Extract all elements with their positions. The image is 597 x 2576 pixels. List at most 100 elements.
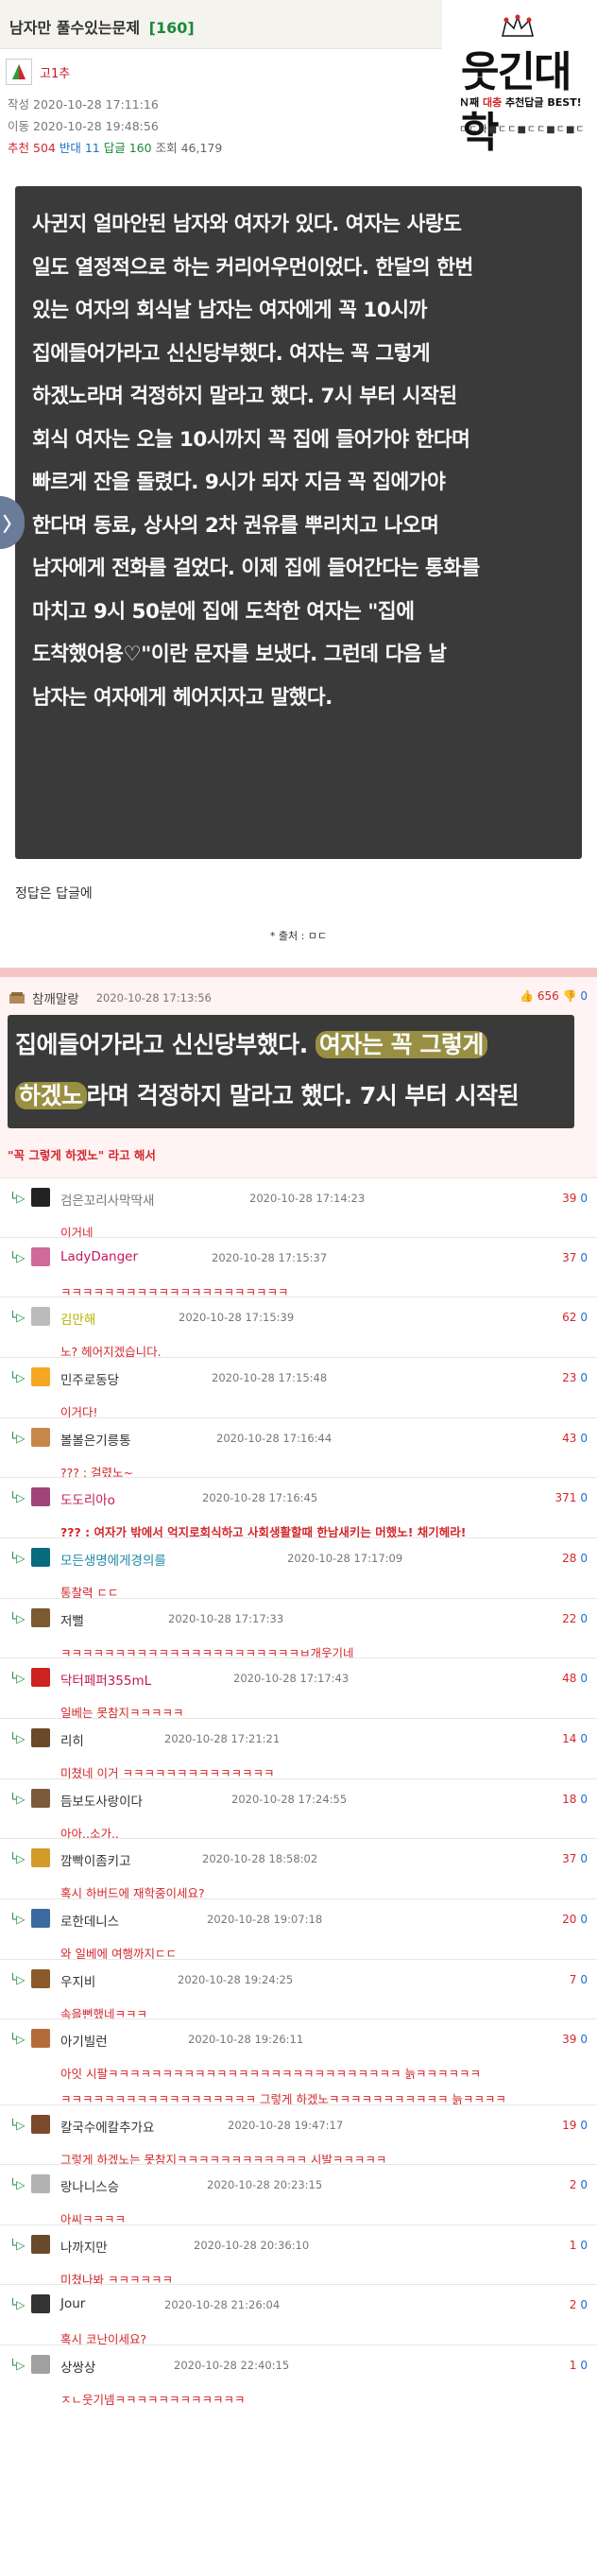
comment-item: └▷ 나까지만 2020-10-28 20:36:10 1 0 미쳤나봐 ㅋㅋㅋㅋㅋㅋ — [0, 2224, 597, 2287]
comment-up-count[interactable]: 39 — [562, 2033, 576, 2046]
comment-count[interactable]: [160] — [149, 19, 195, 37]
comment-up-count[interactable]: 7 — [570, 1973, 577, 1986]
comment-votes: 70 — [570, 1973, 588, 1986]
author-name[interactable]: 고1추 — [40, 63, 70, 81]
comment-down-count[interactable]: 0 — [580, 2119, 588, 2132]
crop-line-2-text: 라며 걱정하지 말라고 했다. 7시 부터 시작된 — [86, 1082, 520, 1109]
comment-down-count[interactable]: 0 — [580, 1973, 588, 1986]
comment-up-count[interactable]: 18 — [562, 1793, 576, 1806]
comment-author[interactable]: 모든생명에게경의를 — [60, 1550, 166, 1569]
comment-down-count[interactable]: 0 — [580, 2239, 588, 2252]
comment-time: 2020-10-28 20:23:15 — [207, 2178, 323, 2191]
comment-votes: 43 0 — [562, 1432, 588, 1445]
moved-label: 이동 — [8, 119, 30, 133]
comment-down-count[interactable]: 0 — [580, 1552, 588, 1565]
avatar — [31, 2235, 50, 2254]
comment-down-count[interactable]: 0 — [580, 1672, 588, 1685]
comment-author[interactable]: 나까지만 — [60, 2237, 108, 2256]
comment-author[interactable]: 저뻘 — [60, 1610, 84, 1629]
reply-marker-icon: └▷ — [9, 1552, 26, 1565]
thumbs-down-icon[interactable]: 👎 — [563, 989, 577, 1003]
comment-author[interactable]: 상쌍상 — [60, 2357, 95, 2376]
comment-author[interactable]: LadyDanger — [60, 1249, 138, 1264]
comment-up-count[interactable]: 2 — [570, 2178, 577, 2191]
comment-up-count[interactable]: 23 — [562, 1371, 576, 1384]
comment-down-count[interactable]: 0 — [580, 1732, 588, 1745]
comment-down-count[interactable]: 0 — [580, 2359, 588, 2372]
comment-down-count[interactable]: 0 — [580, 1793, 588, 1806]
comment-down-count[interactable]: 0 — [580, 1432, 588, 1445]
comment-up-count[interactable]: 14 — [562, 1732, 576, 1745]
post-header: 남자만 풀수있는문제 [160] 웃긴대학 Ｎ째 대충 추천답글 BEST! ㄷ… — [0, 0, 597, 165]
comment-down-count[interactable]: 0 — [580, 2298, 588, 2311]
comment-down-count[interactable]: 0 — [580, 1612, 588, 1625]
comment-up-count[interactable]: 62 — [562, 1311, 576, 1324]
site-logo[interactable]: 웃긴대학 Ｎ째 대충 추천답글 BEST! ㄷㄷ퐈■ㄷㄷ■ㄷㄷ■ㄷ■ㄷ — [442, 0, 597, 165]
comment-time: 2020-10-28 17:24:55 — [231, 1793, 348, 1806]
comment-up-count[interactable]: 39 — [562, 1192, 576, 1205]
post-image[interactable]: 사귄지 얼마안된 남자와 여자가 있다. 여자는 사랑도 일도 열정적으로 하는… — [15, 186, 582, 859]
comment-up-count[interactable]: 48 — [562, 1672, 576, 1685]
comment-up-count[interactable]: 43 — [562, 1432, 576, 1445]
comment-up-count[interactable]: 1 — [570, 2359, 577, 2372]
avatar — [31, 1487, 50, 1506]
comment-author[interactable]: 도도리아o — [60, 1489, 115, 1508]
comment-author[interactable]: 리히 — [60, 1730, 84, 1749]
comment-item: └▷ 리히 2020-10-28 17:21:21 14 0 미쳤네 이거 ㅋㅋㅋㅋㅋㅋㅋ… — [0, 1718, 597, 1780]
comment-item: └▷ 김만해 2020-10-28 17:15:39 62 0 노? 헤어지겠습니다. — [0, 1297, 597, 1359]
comment-author[interactable]: 랑나니스승 — [60, 2176, 119, 2195]
reply-marker-icon: └▷ — [9, 2178, 26, 2191]
best-comment-author[interactable]: 참깨말랑 — [32, 988, 79, 1007]
comment-item: └▷ 아기빌런 2020-10-28 19:26:11 39 0 아잇 시팔ㅋㅋㅋㅋㅋㅋㅋ… — [0, 2018, 597, 2106]
best-comment-image[interactable]: 집에들어가라고 신신당부했다. 여자는 꼭 그렇게 하겠노 라며 걱정하지 말라고… — [8, 1015, 574, 1128]
crop-line-1-highlight: 여자는 꼭 그렇게 — [315, 1031, 487, 1058]
comment-item: └▷ 칼국수에칼추가요 2020-10-28 19:47:17 19 0 그렇게 하겠노는… — [0, 2104, 597, 2167]
comment-author[interactable]: 아기빌런 — [60, 2031, 108, 2050]
comment-time: 2020-10-28 17:17:09 — [287, 1552, 403, 1565]
comment-author[interactable]: 칼국수에칼추가요 — [60, 2117, 154, 2136]
comment-up-count[interactable]: 22 — [562, 1612, 576, 1625]
comment-author[interactable]: 볼볼은기릉통 — [60, 1430, 131, 1449]
comment-down-count[interactable]: 0 — [580, 1913, 588, 1926]
comment-down-count[interactable]: 0 — [580, 1852, 588, 1865]
post-author[interactable]: 고1추 — [6, 59, 70, 85]
comment-down-count[interactable]: 0 — [580, 1251, 588, 1264]
comment-votes: 10 — [570, 2359, 588, 2372]
comment-up-count[interactable]: 37 — [562, 1852, 576, 1865]
comment-up-count[interactable]: 37 — [562, 1251, 576, 1264]
comment-author[interactable]: 깜빡이좀키고 — [60, 1850, 131, 1869]
comment-up-count[interactable]: 28 — [562, 1552, 576, 1565]
comment-author[interactable]: Jour — [60, 2296, 85, 2311]
crop-line-2-highlight: 하겠노 — [15, 1082, 87, 1109]
comment-author[interactable]: 검은꼬리사막딱새 — [60, 1190, 154, 1209]
comment-author[interactable]: 듬보도사랑이다 — [60, 1791, 143, 1810]
avatar — [31, 1789, 50, 1808]
comment-author[interactable]: 민주로동당 — [60, 1369, 119, 1388]
comment-down-count[interactable]: 0 — [580, 1311, 588, 1324]
comment-down-count[interactable]: 0 — [580, 1371, 588, 1384]
comment-down-count[interactable]: 0 — [580, 1491, 588, 1504]
comment-votes: 20 0 — [562, 1913, 588, 1926]
comment-down-count[interactable]: 0 — [580, 1192, 588, 1205]
reply-marker-icon: └▷ — [9, 1732, 26, 1745]
comment-author[interactable]: 우지비 — [60, 1971, 95, 1990]
comment-up-count[interactable]: 19 — [562, 2119, 576, 2132]
written-time: 2020-10-28 17:11:16 — [33, 97, 159, 112]
comment-up-count[interactable]: 371 — [554, 1491, 576, 1504]
thumbs-up-icon[interactable]: 👍 — [520, 989, 534, 1003]
comment-up-count[interactable]: 20 — [562, 1913, 576, 1926]
comment-author[interactable]: 로한데니스 — [60, 1911, 119, 1930]
comment-down-count[interactable]: 0 — [580, 2178, 588, 2191]
avatar — [31, 2174, 50, 2193]
reply-marker-icon: └▷ — [9, 1672, 26, 1685]
comment-down-count[interactable]: 0 — [580, 2033, 588, 2046]
post-source: * 출처 : ㅁㄷ — [269, 930, 328, 942]
comment-votes: 20 — [570, 2178, 588, 2191]
oppose-count: 11 — [84, 141, 100, 155]
comment-up-count[interactable]: 1 — [570, 2239, 577, 2252]
reply-marker-icon: └▷ — [9, 1192, 26, 1205]
comment-author[interactable]: 닥터페퍼355mL — [60, 1670, 151, 1689]
comment-author[interactable]: 김만해 — [60, 1309, 95, 1328]
comment-time: 2020-10-28 22:40:15 — [174, 2359, 290, 2372]
comment-up-count[interactable]: 2 — [570, 2298, 577, 2311]
